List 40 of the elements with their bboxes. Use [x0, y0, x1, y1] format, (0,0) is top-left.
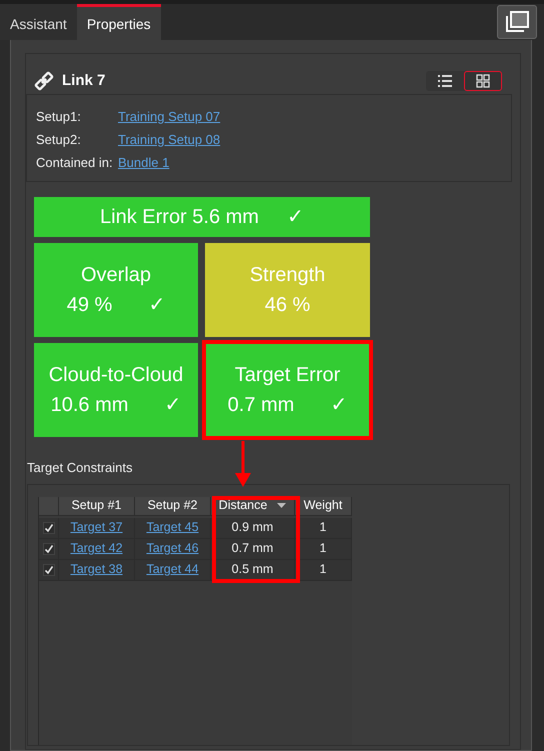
tile-value: 46 % [264, 293, 310, 318]
check-mark: ✓ [330, 393, 348, 418]
tab[interactable]: Assistant [0, 4, 77, 40]
list-icon [438, 74, 452, 88]
tile-value: 49 % [66, 293, 112, 318]
check-mark: ✓ [164, 393, 182, 418]
column-header[interactable]: Setup #2 [135, 496, 211, 516]
panel-title: Link 7 [62, 70, 106, 91]
field-label: Setup1: [36, 108, 82, 126]
link[interactable]: Bundle 1 [118, 152, 170, 172]
field-label: Contained in: [36, 154, 114, 172]
row-checkbox[interactable] [42, 564, 54, 576]
link-icon [34, 71, 54, 91]
window-button[interactable] [497, 5, 537, 39]
arrow-annotation [232, 441, 254, 489]
restore-window-icon [504, 10, 530, 34]
check-mark: ✓ [148, 293, 166, 318]
link[interactable]: Training Setup 08 [118, 130, 220, 150]
tile-value: 0.7 mm [228, 393, 294, 418]
table-cell: 0.7 mm [211, 538, 295, 560]
table-cell: 0.9 mm [211, 518, 295, 538]
link[interactable]: Training Setup 07 [118, 106, 220, 126]
field-label: Setup2: [36, 130, 82, 149]
column-header[interactable]: Weight [295, 496, 352, 516]
sort-icon [277, 502, 286, 508]
table-cell: 1 [295, 518, 352, 538]
tile-label: Cloud-to-Cloud [48, 363, 184, 388]
check-mark: ✓ [286, 205, 304, 230]
tile-label: Link Error 5.6 mm [100, 205, 259, 230]
grid-icon [476, 74, 490, 88]
tile-label: Target Error [234, 363, 342, 388]
tile-label: Strength [248, 263, 326, 288]
row-checkbox[interactable] [42, 522, 54, 534]
row-checkbox[interactable] [42, 542, 54, 554]
tab[interactable]: Properties [76, 4, 161, 40]
view-button[interactable] [464, 71, 502, 91]
column-header[interactable]: Setup #1 [59, 496, 135, 516]
tile-value: 10.6 mm [50, 393, 128, 418]
section-title: Target Constraints [27, 459, 134, 477]
tile-label: Overlap [80, 263, 152, 288]
